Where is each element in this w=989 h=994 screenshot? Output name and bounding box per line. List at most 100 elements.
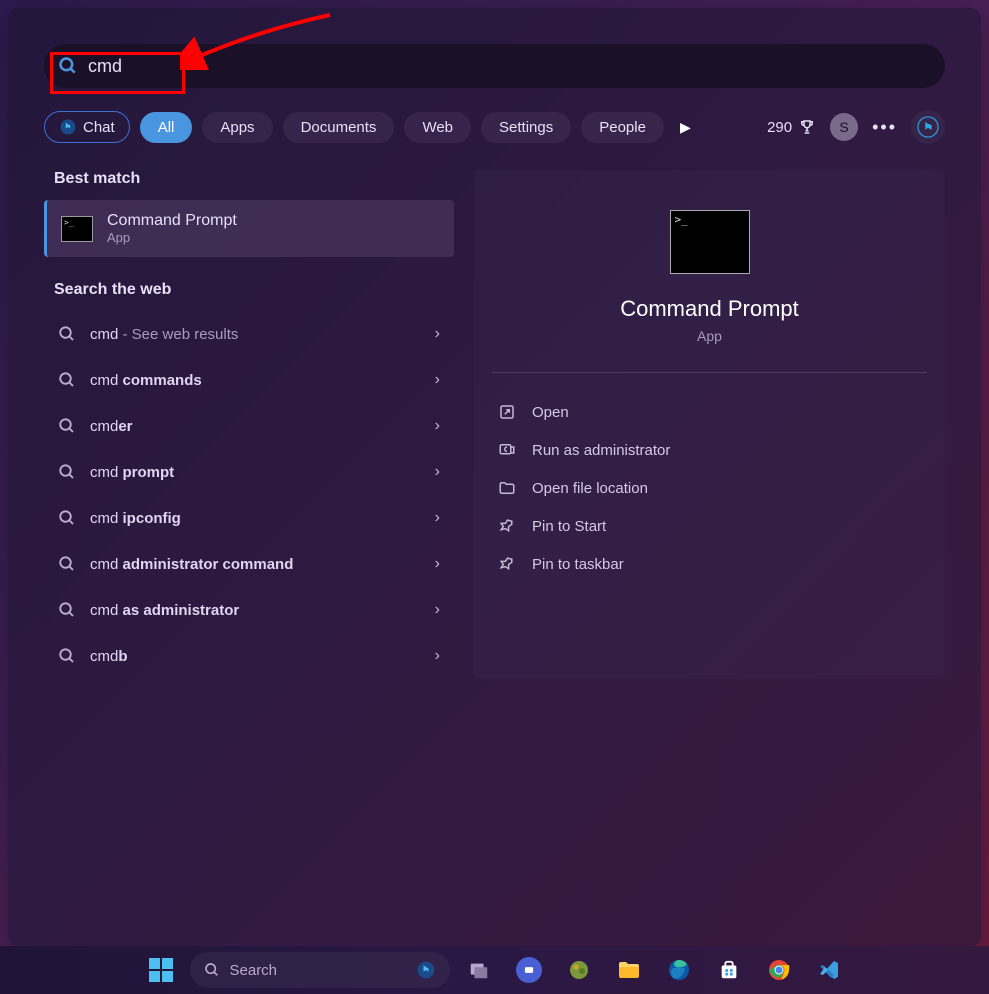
chat-icon <box>516 957 542 983</box>
taskbar-app-explorer[interactable] <box>608 951 650 989</box>
detail-pane: Command Prompt App Open Run as administr… <box>474 170 945 679</box>
user-avatar[interactable]: S <box>830 113 858 141</box>
tab-apps[interactable]: Apps <box>202 112 272 143</box>
action-open[interactable]: Open <box>492 393 927 431</box>
taskbar-app-chat[interactable] <box>508 951 550 989</box>
chevron-right-icon: › <box>435 647 440 665</box>
task-view-icon <box>468 959 490 981</box>
detail-title: Command Prompt <box>492 296 927 322</box>
chevron-right-icon: › <box>435 325 440 343</box>
rewards-points[interactable]: 290 <box>767 118 816 136</box>
chevron-right-icon: › <box>435 555 440 573</box>
action-pin-start[interactable]: Pin to Start <box>492 507 927 545</box>
pin-icon <box>498 555 516 573</box>
web-result-text: cmd administrator command <box>90 556 435 573</box>
chameleon-icon <box>567 958 591 982</box>
chevron-right-icon: › <box>435 509 440 527</box>
best-match-subtitle: App <box>107 230 237 245</box>
filter-tabs: Chat All Apps Documents Web Settings Peo… <box>44 110 945 144</box>
taskbar-app-notepadpp[interactable] <box>558 951 600 989</box>
web-result[interactable]: cmd - See web results › <box>44 311 454 357</box>
search-icon <box>58 371 76 389</box>
web-result[interactable]: cmdb › <box>44 633 454 679</box>
points-value: 290 <box>767 119 792 136</box>
detail-subtitle: App <box>492 328 927 344</box>
search-icon <box>204 962 220 978</box>
action-label: Pin to Start <box>532 518 606 535</box>
bing-chat-button[interactable] <box>911 110 945 144</box>
best-match-heading: Best match <box>44 170 454 188</box>
taskbar-app-vscode[interactable] <box>808 951 850 989</box>
more-tabs-button[interactable]: ▶ <box>680 119 691 136</box>
pin-icon <box>498 517 516 535</box>
more-options-button[interactable]: ••• <box>872 117 897 138</box>
web-result[interactable]: cmd ipconfig › <box>44 495 454 541</box>
bing-chat-icon <box>917 116 939 138</box>
edge-icon <box>667 958 691 982</box>
web-result[interactable]: cmd prompt › <box>44 449 454 495</box>
web-result-text: cmd prompt <box>90 464 435 481</box>
search-icon <box>58 417 76 435</box>
search-icon <box>58 325 76 343</box>
web-result[interactable]: cmd commands › <box>44 357 454 403</box>
web-result-text: cmder <box>90 418 435 435</box>
search-icon <box>58 463 76 481</box>
results-column: Best match Command Prompt App Search the… <box>44 170 454 679</box>
tab-settings[interactable]: Settings <box>481 112 571 143</box>
web-result[interactable]: cmd as administrator › <box>44 587 454 633</box>
best-match-result[interactable]: Command Prompt App <box>44 200 454 257</box>
search-input[interactable] <box>88 56 931 77</box>
tab-people[interactable]: People <box>581 112 664 143</box>
tab-chat-label: Chat <box>83 119 115 136</box>
taskbar: Search <box>0 946 989 994</box>
vscode-icon <box>817 958 841 982</box>
action-pin-taskbar[interactable]: Pin to taskbar <box>492 545 927 583</box>
taskbar-search-placeholder: Search <box>230 962 406 979</box>
action-label: Open file location <box>532 480 648 497</box>
search-icon <box>58 56 78 76</box>
chrome-icon <box>767 958 791 982</box>
chevron-right-icon: › <box>435 371 440 389</box>
search-icon <box>58 647 76 665</box>
action-label: Run as administrator <box>532 442 670 459</box>
web-result-text: cmdb <box>90 648 435 665</box>
action-label: Open <box>532 404 569 421</box>
windows-icon <box>149 958 173 982</box>
start-button[interactable] <box>140 951 182 989</box>
tab-all[interactable]: All <box>140 112 193 143</box>
bing-icon <box>416 960 436 980</box>
search-icon <box>58 509 76 527</box>
web-result[interactable]: cmder › <box>44 403 454 449</box>
folder-icon <box>498 479 516 497</box>
search-panel: Chat All Apps Documents Web Settings Peo… <box>8 8 981 946</box>
chevron-right-icon: › <box>435 417 440 435</box>
action-label: Pin to taskbar <box>532 556 624 573</box>
web-result-text: cmd ipconfig <box>90 510 435 527</box>
cmd-app-icon <box>61 216 93 242</box>
taskbar-app-store[interactable] <box>708 951 750 989</box>
web-result[interactable]: cmd administrator command › <box>44 541 454 587</box>
chevron-right-icon: › <box>435 601 440 619</box>
tab-documents[interactable]: Documents <box>283 112 395 143</box>
action-open-location[interactable]: Open file location <box>492 469 927 507</box>
task-view-button[interactable] <box>458 951 500 989</box>
best-match-title: Command Prompt <box>107 212 237 230</box>
chevron-right-icon: › <box>435 463 440 481</box>
web-result-text: cmd as administrator <box>90 602 435 619</box>
action-run-admin[interactable]: Run as administrator <box>492 431 927 469</box>
trophy-icon <box>798 118 816 136</box>
divider <box>492 372 927 373</box>
detail-app-icon <box>670 210 750 274</box>
taskbar-app-edge[interactable] <box>658 951 700 989</box>
web-search-heading: Search the web <box>44 281 454 299</box>
search-icon <box>58 601 76 619</box>
search-icon <box>58 555 76 573</box>
search-bar[interactable] <box>44 44 945 88</box>
tab-chat[interactable]: Chat <box>44 111 130 143</box>
store-icon <box>718 959 740 981</box>
taskbar-app-chrome[interactable] <box>758 951 800 989</box>
tab-web[interactable]: Web <box>404 112 471 143</box>
taskbar-search[interactable]: Search <box>190 952 450 988</box>
folder-icon <box>617 958 641 982</box>
web-result-text: cmd - See web results <box>90 326 435 343</box>
